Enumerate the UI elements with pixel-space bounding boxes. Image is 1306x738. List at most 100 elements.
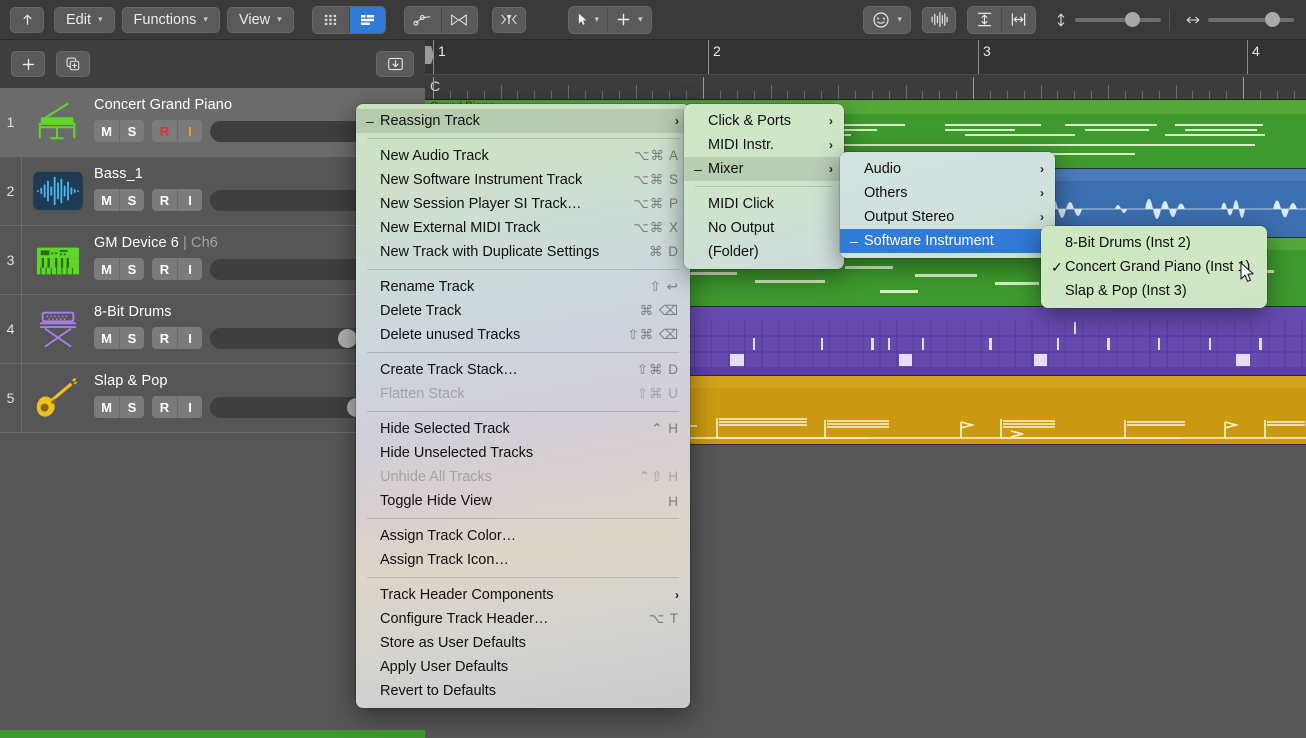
menu-item-midi-instr[interactable]: MIDI Instr.›	[684, 133, 844, 157]
pointer-tool-button[interactable]: ▾	[569, 7, 608, 33]
fit-group[interactable]	[967, 6, 1036, 34]
fit-horizontal-button[interactable]	[1001, 7, 1035, 33]
tool-selector-group[interactable]: ▾ ▾	[568, 6, 652, 34]
record-enable-button[interactable]: R	[152, 258, 177, 280]
menu-item-concert-grand-piano-inst-1[interactable]: ✓Concert Grand Piano (Inst 1)	[1041, 255, 1267, 279]
key-signature-ruler[interactable]: C	[425, 74, 1306, 100]
menu-item-reassign-track[interactable]: –Reassign Track›	[356, 109, 690, 133]
record-input-group[interactable]: R I	[152, 120, 202, 142]
menu-item-no-output[interactable]: No Output	[684, 216, 844, 240]
record-enable-button[interactable]: R	[152, 120, 177, 142]
keyboard-stand-icon[interactable]	[22, 295, 94, 363]
automation-flex-group[interactable]	[404, 6, 478, 34]
grid-view-button[interactable]	[313, 7, 349, 33]
edit-menu-button[interactable]: Edit ▾	[54, 7, 115, 33]
vertical-zoom-slider[interactable]	[1054, 12, 1161, 28]
menu-item-output-stereo[interactable]: Output Stereo›	[840, 205, 1055, 229]
solo-button[interactable]: S	[119, 327, 144, 349]
input-monitor-button[interactable]: I	[177, 327, 202, 349]
functions-menu-button[interactable]: Functions ▾	[122, 7, 220, 33]
playhead-icon[interactable]	[425, 46, 434, 64]
smart-controls-group[interactable]: ▾	[863, 6, 911, 34]
back-button[interactable]	[10, 7, 44, 33]
duplicate-track-button[interactable]	[56, 51, 90, 77]
record-enable-button[interactable]: R	[152, 189, 177, 211]
menu-item-click-ports[interactable]: Click & Ports›	[684, 109, 844, 133]
menu-item-assign-track-color[interactable]: Assign Track Color…	[356, 524, 690, 548]
input-monitor-button[interactable]: I	[177, 258, 202, 280]
view-menu-button[interactable]: View ▾	[227, 7, 294, 33]
horizontal-zoom-slider[interactable]	[1185, 13, 1294, 27]
solo-button[interactable]: S	[119, 258, 144, 280]
bass-guitar-icon[interactable]	[22, 364, 94, 432]
menu-item-assign-track-icon[interactable]: Assign Track Icon…	[356, 548, 690, 572]
mute-solo-group[interactable]: M S	[94, 189, 144, 211]
menu-item-new-session-player-si-track[interactable]: New Session Player SI Track…⌥⌘ P	[356, 192, 690, 216]
menu-item-hide-unselected-tracks[interactable]: Hide Unselected Tracks	[356, 441, 690, 465]
volume-fader-knob[interactable]	[338, 329, 357, 348]
menu-item-delete-track[interactable]: Delete Track⌘ ⌫	[356, 299, 690, 323]
record-enable-button[interactable]: R	[152, 396, 177, 418]
vertical-zoom-knob[interactable]	[1125, 12, 1140, 27]
menu-item-slap-pop-inst-3[interactable]: Slap & Pop (Inst 3)	[1041, 279, 1267, 303]
menu-item-rename-track[interactable]: Rename Track⇧ ↩	[356, 275, 690, 299]
menu-item-new-audio-track[interactable]: New Audio Track⌥⌘ A	[356, 144, 690, 168]
input-monitor-button[interactable]: I	[177, 120, 202, 142]
mute-solo-group[interactable]: M S	[94, 258, 144, 280]
mute-button[interactable]: M	[94, 258, 119, 280]
midi-keyboard-icon[interactable]	[22, 226, 94, 294]
solo-button[interactable]: S	[119, 396, 144, 418]
flex-button[interactable]	[441, 7, 477, 33]
menu-item-apply-user-defaults[interactable]: Apply User Defaults	[356, 655, 690, 679]
mute-button[interactable]: M	[94, 396, 119, 418]
menu-item-configure-track-header[interactable]: Configure Track Header…⌥ T	[356, 607, 690, 631]
fit-vertical-button[interactable]	[968, 7, 1001, 33]
menu-item-toggle-hide-view[interactable]: Toggle Hide ViewH	[356, 489, 690, 513]
bar-ruler[interactable]: 1 2 3 4	[425, 40, 1306, 74]
horizontal-zoom-knob[interactable]	[1265, 12, 1280, 27]
solo-button[interactable]: S	[119, 120, 144, 142]
record-input-group[interactable]: R I	[152, 327, 202, 349]
menu-item-folder[interactable]: (Folder)	[684, 240, 844, 264]
record-enable-button[interactable]: R	[152, 327, 177, 349]
mute-button[interactable]: M	[94, 189, 119, 211]
menu-item-8-bit-drums-inst-2[interactable]: 8-Bit Drums (Inst 2)	[1041, 231, 1267, 255]
mute-solo-group[interactable]: M S	[94, 327, 144, 349]
record-input-group[interactable]: R I	[152, 396, 202, 418]
add-track-button[interactable]	[11, 51, 45, 77]
mute-button[interactable]: M	[94, 120, 119, 142]
secondary-tool-button[interactable]: ▾	[607, 7, 651, 33]
record-input-group[interactable]: R I	[152, 258, 202, 280]
menu-item-audio[interactable]: Audio›	[840, 157, 1055, 181]
mixer-submenu[interactable]: Audio›Others›Output Stereo›–Software Ins…	[840, 152, 1055, 258]
menu-item-software-instrument[interactable]: –Software Instrument›	[840, 229, 1055, 253]
import-button[interactable]	[376, 51, 414, 77]
grand-piano-icon[interactable]	[22, 88, 94, 156]
menu-item-create-track-stack[interactable]: Create Track Stack…⇧⌘ D	[356, 358, 690, 382]
reassign-track-submenu[interactable]: Click & Ports›MIDI Instr.›–Mixer›MIDI Cl…	[684, 104, 844, 269]
menu-item-new-software-instrument-track[interactable]: New Software Instrument Track⌥⌘ S	[356, 168, 690, 192]
waveform-button[interactable]	[922, 7, 956, 33]
vertical-zoom-track[interactable]	[1075, 18, 1161, 22]
mute-button[interactable]: M	[94, 327, 119, 349]
record-input-group[interactable]: R I	[152, 189, 202, 211]
snap-button[interactable]	[492, 7, 526, 33]
mute-solo-group[interactable]: M S	[94, 120, 144, 142]
menu-item-mixer[interactable]: –Mixer›	[684, 157, 844, 181]
solo-button[interactable]: S	[119, 189, 144, 211]
automation-button[interactable]	[405, 7, 441, 33]
smart-controls-button[interactable]: ▾	[864, 7, 910, 33]
software-instrument-submenu[interactable]: 8-Bit Drums (Inst 2)✓Concert Grand Piano…	[1041, 226, 1267, 308]
menu-item-store-as-user-defaults[interactable]: Store as User Defaults	[356, 631, 690, 655]
track-header-context-menu[interactable]: –Reassign Track›New Audio Track⌥⌘ ANew S…	[356, 104, 690, 708]
audio-waveform-icon[interactable]	[22, 157, 94, 225]
menu-item-revert-to-defaults[interactable]: Revert to Defaults	[356, 679, 690, 703]
menu-item-hide-selected-track[interactable]: Hide Selected Track⌃ H	[356, 417, 690, 441]
menu-item-delete-unused-tracks[interactable]: Delete unused Tracks⇧⌘ ⌫	[356, 323, 690, 347]
mute-solo-group[interactable]: M S	[94, 396, 144, 418]
input-monitor-button[interactable]: I	[177, 396, 202, 418]
input-monitor-button[interactable]: I	[177, 189, 202, 211]
list-view-button[interactable]	[349, 7, 385, 33]
menu-item-track-header-components[interactable]: Track Header Components›	[356, 583, 690, 607]
horizontal-zoom-track[interactable]	[1208, 18, 1294, 22]
